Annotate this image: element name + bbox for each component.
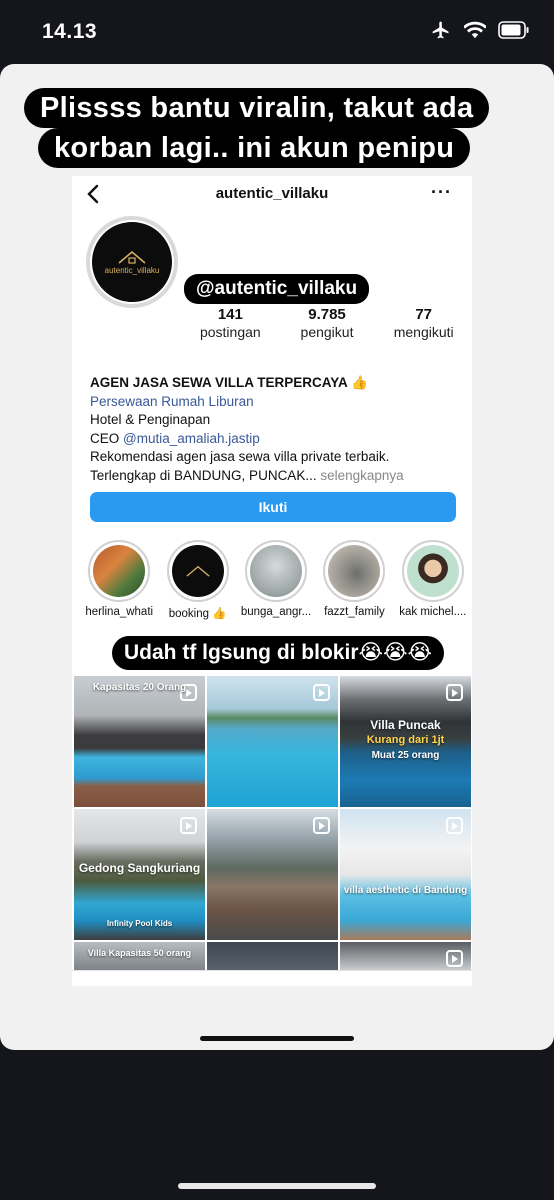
post-tile[interactable]: Kapasitas 20 Orang (74, 676, 205, 807)
status-bar: 14.13 (0, 0, 554, 64)
stat-following[interactable]: 77 mengikuti (375, 306, 472, 340)
bio-location-text: Terlengkap di BANDUNG, PUNCAK... (90, 467, 317, 483)
highlight-label: booking 👍 (168, 608, 227, 620)
reel-icon (313, 684, 330, 701)
profile-username: autentic_villaku (215, 185, 329, 202)
post-tile[interactable] (207, 942, 338, 970)
home-icon[interactable] (96, 983, 128, 986)
avatar-brand-text: autentic_villaku (104, 265, 160, 275)
reel-icon (180, 817, 197, 834)
new-post-icon[interactable] (256, 983, 288, 986)
post-tile[interactable] (207, 809, 338, 940)
profile-tab-avatar[interactable] (416, 983, 448, 986)
highlight-thumbnail (328, 545, 381, 597)
stat-posts-value: 141 (217, 306, 243, 323)
post-overlay-text-2: Infinity Pool Kids (106, 919, 173, 928)
profile-avatar[interactable]: autentic_villaku (86, 216, 178, 308)
bio-ceo-mention[interactable]: @mutia_amaliah.jastip (123, 431, 260, 446)
post-tile[interactable]: Gedong Sangkuriang Infinity Pool Kids (74, 809, 205, 940)
reel-icon (446, 950, 463, 967)
caption-banner-blocked: Udah tf lgsung di blokir😭😭😭 (112, 636, 445, 670)
post-overlay-text: villa aesthetic di Bandung (343, 885, 468, 896)
airplane-icon (430, 20, 452, 40)
post-tile[interactable]: villa aesthetic di Bandung (340, 809, 471, 940)
stat-followers-label: pengikut (300, 324, 354, 340)
reel-icon (313, 817, 330, 834)
stat-followers[interactable]: 9.785 pengikut (279, 306, 376, 340)
post-overlay-text-2: Kurang dari 1jt (366, 734, 445, 746)
highlight-thumbnail (93, 545, 146, 597)
post-tile[interactable] (207, 676, 338, 807)
post-overlay-text: Kapasitas 20 Orang (92, 682, 187, 693)
highlight-item[interactable]: herlina_whati (80, 540, 158, 620)
more-options-icon[interactable]: ··· (431, 182, 452, 203)
stat-following-label: mengikuti (393, 324, 454, 340)
home-indicator[interactable] (178, 1183, 376, 1189)
stat-posts-label: postingan (199, 324, 261, 340)
follow-button[interactable]: Ikuti (90, 492, 456, 522)
stat-posts[interactable]: 141 postingan (182, 306, 279, 340)
post-tile[interactable]: Villa Kapasitas 50 orang (74, 942, 205, 970)
profile-bio: AGEN JASA SEWA VILLA TERPERCAYA 👍 Persew… (90, 374, 462, 485)
post-overlay-text: Villa Puncak (370, 718, 441, 732)
reel-icon (446, 684, 463, 701)
house-logo-icon (186, 565, 210, 577)
profile-header: autentic_villaku ··· (72, 176, 472, 210)
bottom-tab-bar (72, 970, 472, 986)
reels-icon[interactable] (336, 983, 368, 986)
posts-grid: Kapasitas 20 Orang Villa Puncak Kurang d… (74, 676, 472, 986)
highlight-item[interactable]: fazzt_family (315, 540, 393, 620)
bio-line-location: Terlengkap di BANDUNG, PUNCAK... selengk… (90, 467, 462, 486)
bio-ceo-line: CEO @mutia_amaliah.jastip (90, 430, 462, 449)
instagram-profile: autentic_villaku ··· autentic_villaku @a… (72, 176, 472, 986)
inner-home-indicator (200, 1036, 354, 1041)
stat-following-value: 77 (415, 306, 433, 323)
handle-highlight-tag: @autentic_villaku (184, 274, 370, 304)
stat-followers-value: 9.785 (308, 306, 346, 323)
search-icon[interactable] (176, 983, 208, 986)
highlight-item[interactable]: kak michel.... (394, 540, 472, 620)
highlight-thumbnail (171, 545, 224, 597)
highlight-label: kak michel.... (399, 606, 467, 618)
bio-line-recommendation: Rekomendasi agen jasa sewa villa private… (90, 449, 390, 464)
caption-line-1: Plissss bantu viralin, takut ada (24, 88, 490, 128)
post-tile[interactable] (340, 942, 471, 970)
reel-icon (446, 817, 463, 834)
highlight-thumbnail (250, 545, 303, 597)
wifi-icon (464, 21, 486, 39)
highlight-label: bunga_angr... (240, 606, 312, 618)
highlight-item[interactable]: booking 👍 (158, 540, 236, 620)
house-logo-icon (118, 250, 146, 264)
highlight-item[interactable]: bunga_angr... (237, 540, 315, 620)
bio-title: AGEN JASA SEWA VILLA TERPERCAYA 👍 (90, 375, 368, 390)
bio-more-link[interactable]: selengkapnya (317, 468, 403, 483)
status-time: 14.13 (42, 20, 98, 43)
battery-icon (498, 21, 530, 39)
bio-line-hotel: Hotel & Penginapan (90, 412, 211, 427)
post-tile[interactable]: Villa Puncak Kurang dari 1jt Muat 25 ora… (340, 676, 471, 807)
highlight-label: fazzt_family (324, 606, 385, 618)
post-overlay-text-3: Muat 25 orang (371, 750, 440, 761)
highlight-label: herlina_whati (85, 606, 154, 618)
profile-stats: 141 postingan 9.785 pengikut 77 mengikut… (182, 306, 472, 340)
post-overlay-text: Villa Kapasitas 50 orang (87, 948, 192, 958)
story-highlights: herlina_whati booking 👍 bunga_angr... fa… (80, 540, 472, 620)
bio-category: Persewaan Rumah Liburan (90, 393, 254, 409)
highlight-thumbnail (406, 545, 459, 597)
post-overlay-text: Gedong Sangkuriang (78, 861, 201, 875)
caption-line-2: korban lagi.. ini akun penipu (38, 128, 471, 168)
bio-ceo-prefix: CEO (90, 430, 124, 446)
